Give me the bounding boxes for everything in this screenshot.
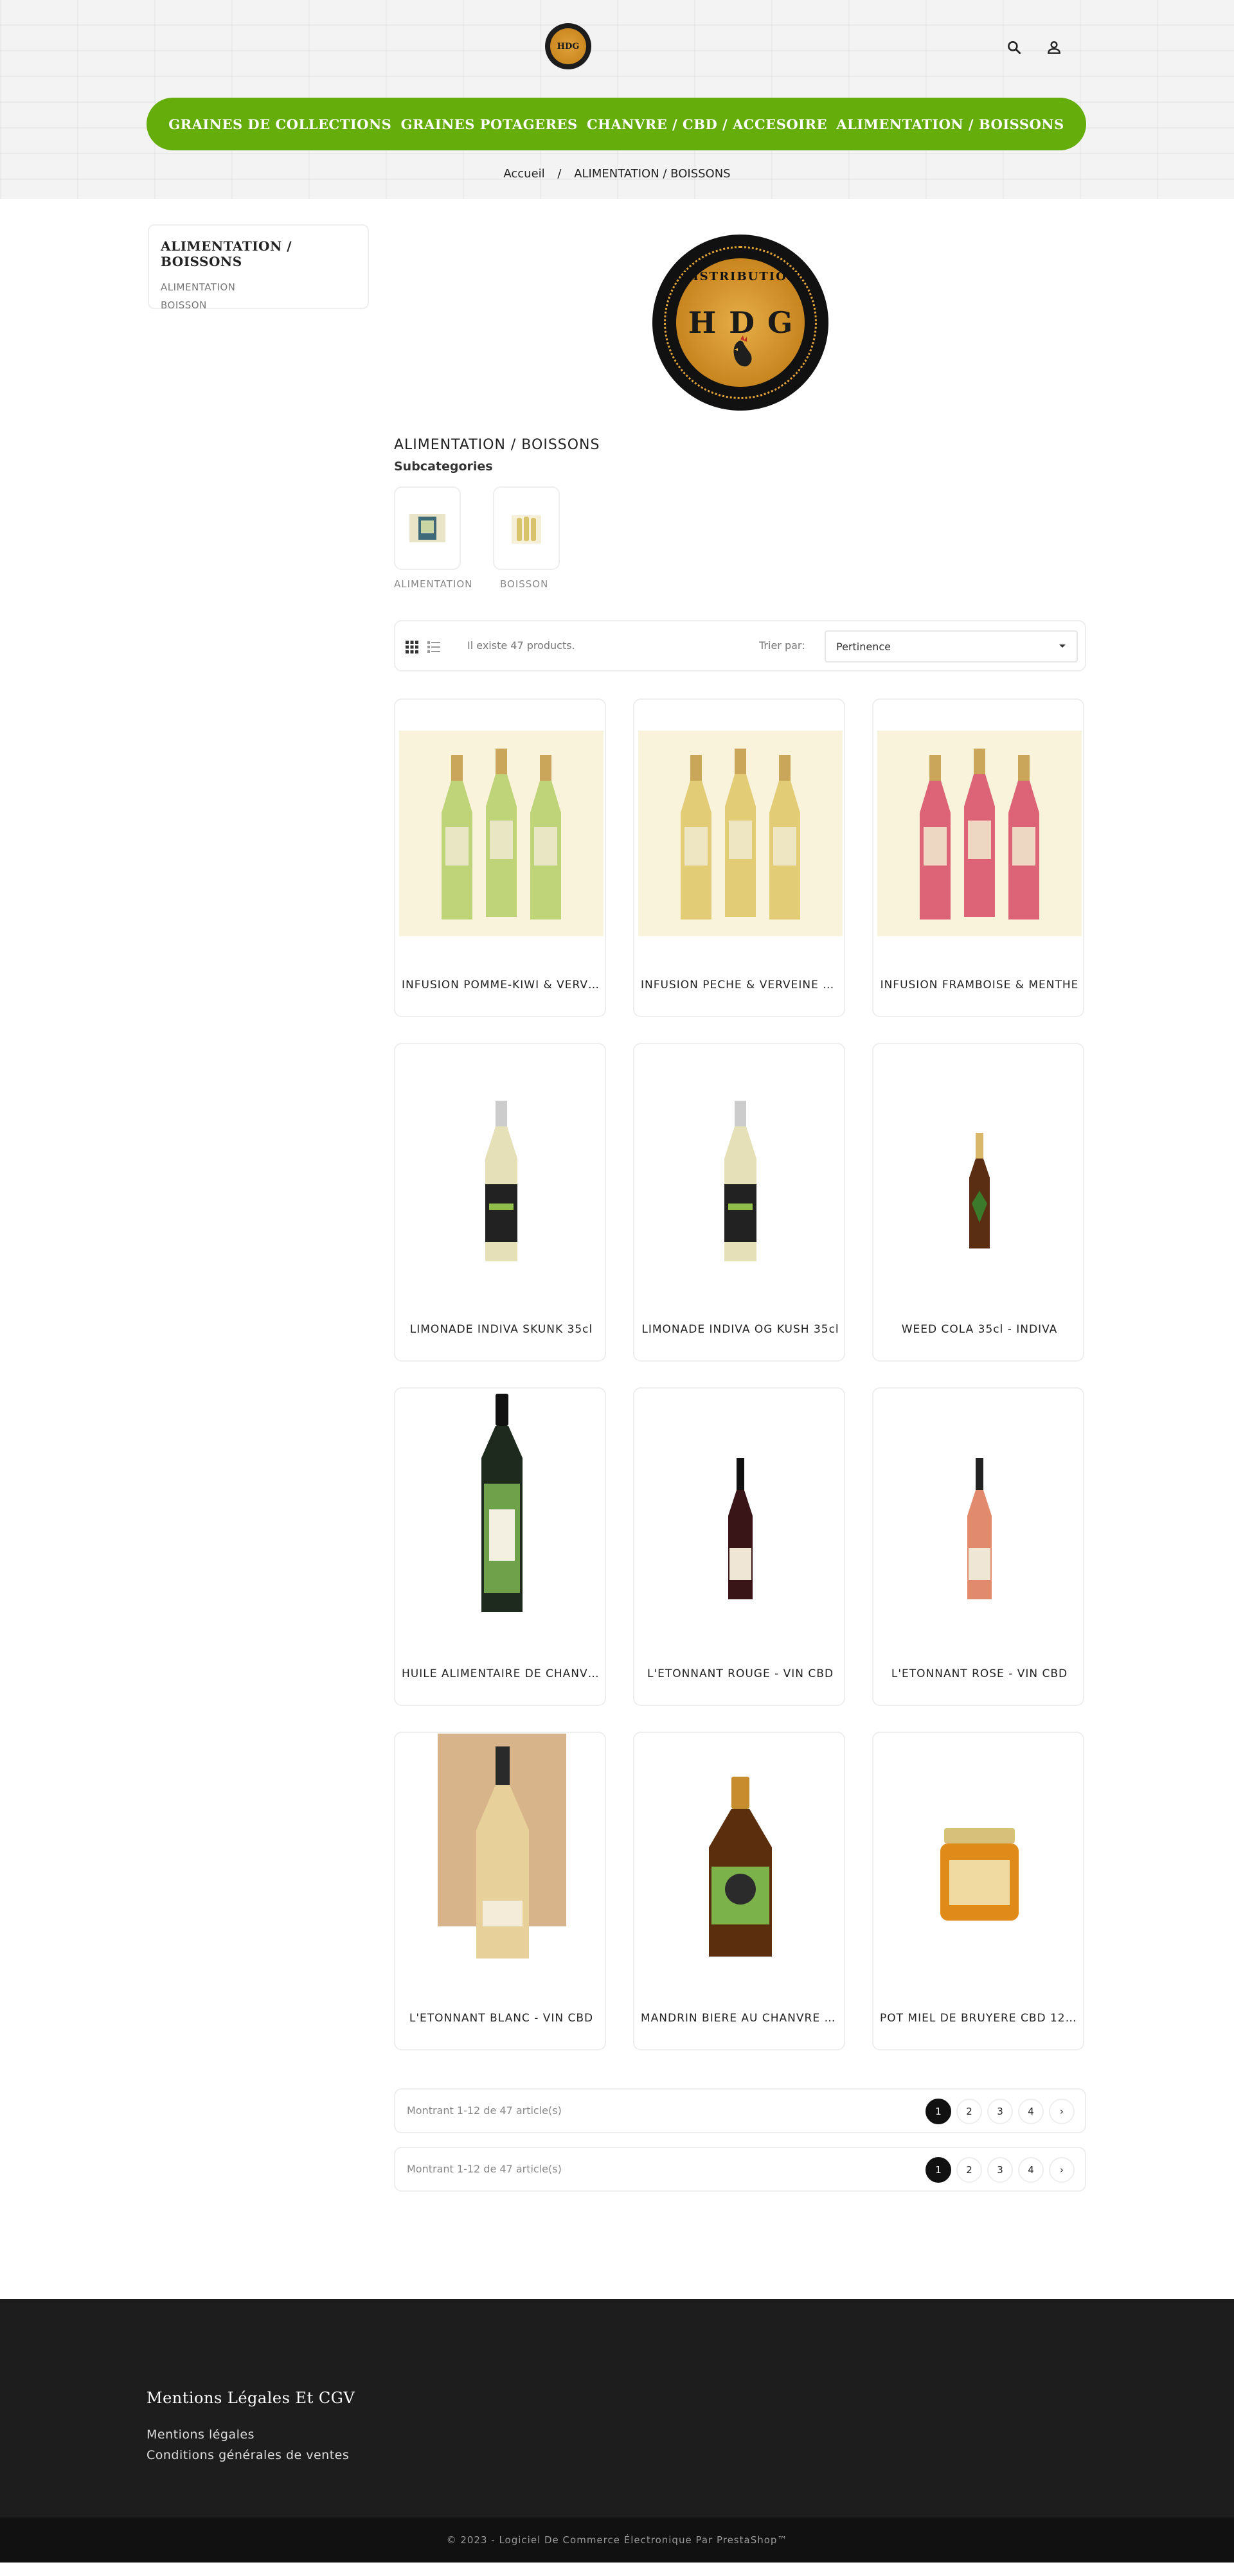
category-logo: DISTRIBUTION HDG <box>652 235 828 411</box>
product-name[interactable]: INFUSION POMME-KIWI & VERVEINE <box>402 979 601 991</box>
logo-letters: HDG <box>550 28 586 64</box>
product-card[interactable]: LIMONADE INDIVA OG KUSH 35cl <box>633 1043 845 1362</box>
product-image[interactable] <box>638 1764 843 1969</box>
product-card[interactable]: L'ETONNANT BLANC - VIN CBD <box>394 1732 606 2050</box>
breadcrumb: Accueil / ALIMENTATION / BOISSONS <box>0 167 1234 181</box>
sort-dropdown[interactable]: Pertinence <box>825 630 1078 662</box>
alimentation-thumbnail-icon <box>409 514 445 542</box>
product-card[interactable]: MANDRIN BIERE AU CHANVRE 33cl <box>633 1732 845 2050</box>
footer-title: Mentions Légales Et CGV <box>147 2389 355 2407</box>
nav-item-alimentation-boissons[interactable]: ALIMENTATION / BOISSONS <box>836 116 1064 132</box>
product-image[interactable] <box>877 1419 1082 1625</box>
product-name[interactable]: LIMONADE INDIVA OG KUSH 35cl <box>641 1323 840 1336</box>
products-toolbar: Il existe 47 products. Trier par: Pertin… <box>394 620 1086 671</box>
product-card[interactable]: POT MIEL DE BRUYERE CBD 125g <box>872 1732 1084 2050</box>
footer-link-mentions[interactable]: Mentions légales <box>147 2428 255 2442</box>
product-image[interactable] <box>399 1394 604 1625</box>
product-image[interactable] <box>877 731 1082 936</box>
site-header: HDG GRAINES DE COLLECTIONS GRAINES POTAG… <box>0 0 1234 199</box>
page-link-4[interactable]: 4 <box>1018 2099 1044 2124</box>
logo-core: DISTRIBUTION HDG <box>676 258 805 387</box>
product-name[interactable]: LIMONADE INDIVA SKUNK 35cl <box>402 1323 601 1336</box>
product-name[interactable]: L'ETONNANT BLANC - VIN CBD <box>402 2012 601 2025</box>
subcategory-alimentation-label[interactable]: ALIMENTATION <box>394 578 472 590</box>
subcategories-heading: Subcategories <box>394 459 493 474</box>
page-bottom <box>0 2563 1234 2576</box>
page-link-1[interactable]: 1 <box>926 2099 951 2124</box>
product-image[interactable] <box>638 1075 843 1281</box>
product-card[interactable]: HUILE ALIMENTAIRE DE CHANVRE <box>394 1387 606 1706</box>
product-card[interactable]: L'ETONNANT ROSE - VIN CBD <box>872 1387 1084 1706</box>
logo-ring: DISTRIBUTION HDG <box>664 246 817 399</box>
search-icon[interactable] <box>1004 37 1024 58</box>
product-card[interactable]: INFUSION PECHE & VERVEINE BIO <box>633 698 845 1017</box>
product-image[interactable] <box>638 1419 843 1625</box>
breadcrumb-home-link[interactable]: Accueil <box>503 167 544 181</box>
pagination-summary: Montrant 1-12 de 47 article(s) <box>407 2104 562 2117</box>
next-page-icon[interactable]: › <box>1049 2157 1075 2183</box>
page-link-4[interactable]: 4 <box>1018 2157 1044 2183</box>
pagination-summary: Montrant 1-12 de 47 article(s) <box>407 2163 562 2175</box>
breadcrumb-separator: / <box>557 167 562 181</box>
page-link-3[interactable]: 3 <box>987 2157 1013 2183</box>
product-card[interactable]: L'ETONNANT ROUGE - VIN CBD <box>633 1387 845 1706</box>
nav-item-graines-collections[interactable]: GRAINES DE COLLECTIONS <box>168 116 391 132</box>
rooster-icon <box>733 335 752 367</box>
store-logo[interactable]: HDG <box>545 23 591 69</box>
logo-distribution-text: DISTRIBUTION <box>681 270 800 283</box>
page-link-2[interactable]: 2 <box>956 2099 982 2124</box>
boisson-thumbnail-icon <box>512 515 541 544</box>
product-image[interactable] <box>877 1075 1082 1281</box>
site-footer: Mentions Légales Et CGV Mentions légales… <box>0 2299 1234 2518</box>
product-name[interactable]: POT MIEL DE BRUYERE CBD 125g <box>880 2012 1079 2025</box>
subcategory-boisson-thumb[interactable] <box>493 486 560 570</box>
sort-value: Pertinence <box>836 640 891 653</box>
nav-item-chanvre-cbd[interactable]: CHANVRE / CBD / ACCESOIRE <box>587 116 827 132</box>
sidebar-item-alimentation[interactable]: ALIMENTATION <box>161 278 356 296</box>
chevron-down-icon <box>1059 644 1066 648</box>
product-name[interactable]: INFUSION FRAMBOISE & MENTHE <box>880 979 1079 991</box>
subcategory-alimentation-thumb[interactable] <box>394 486 461 570</box>
page-links: 1 2 3 4 › <box>926 2099 1075 2124</box>
product-image[interactable] <box>877 1764 1082 1969</box>
product-card[interactable]: INFUSION POMME-KIWI & VERVEINE <box>394 698 606 1017</box>
product-count: Il existe 47 products. <box>467 639 575 652</box>
page-links: 1 2 3 4 › <box>926 2157 1075 2183</box>
nav-item-graines-potageres[interactable]: GRAINES POTAGERES <box>401 116 578 132</box>
product-name[interactable]: HUILE ALIMENTAIRE DE CHANVRE <box>402 1667 601 1680</box>
breadcrumb-current: ALIMENTATION / BOISSONS <box>574 167 731 181</box>
product-name[interactable]: WEED COLA 35cl - INDIVA <box>880 1323 1079 1336</box>
footer-link-cgv[interactable]: Conditions générales de ventes <box>147 2448 349 2462</box>
subcategory-boisson-label[interactable]: BOISSON <box>500 578 548 590</box>
page-link-3[interactable]: 3 <box>987 2099 1013 2124</box>
product-image[interactable] <box>638 731 843 936</box>
pagination-bottom: Montrant 1-12 de 47 article(s) 1 2 3 4 › <box>394 2147 1086 2192</box>
sidebar-item-boisson[interactable]: BOISSON <box>161 296 356 314</box>
product-image[interactable] <box>399 1733 604 1971</box>
grid-view-icon[interactable] <box>404 639 420 655</box>
product-name[interactable]: L'ETONNANT ROSE - VIN CBD <box>880 1667 1079 1680</box>
category-title: ALIMENTATION / BOISSONS <box>394 437 600 453</box>
main-navigation: GRAINES DE COLLECTIONS GRAINES POTAGERES… <box>147 98 1086 150</box>
next-page-icon[interactable]: › <box>1049 2099 1075 2124</box>
sidebar-title[interactable]: ALIMENTATION / BOISSONS <box>161 238 356 269</box>
product-name[interactable]: INFUSION PECHE & VERVEINE BIO <box>641 979 840 991</box>
product-name[interactable]: MANDRIN BIERE AU CHANVRE 33cl <box>641 2012 840 2025</box>
category-sidebar: ALIMENTATION / BOISSONS ALIMENTATION BOI… <box>148 224 369 311</box>
product-image[interactable] <box>399 731 604 936</box>
product-card[interactable]: LIMONADE INDIVA SKUNK 35cl <box>394 1043 606 1362</box>
user-icon[interactable] <box>1044 37 1064 58</box>
copyright-bar: © 2023 - Logiciel De Commerce Électroniq… <box>0 2518 1234 2563</box>
product-image[interactable] <box>399 1075 604 1281</box>
pagination-top: Montrant 1-12 de 47 article(s) 1 2 3 4 › <box>394 2088 1086 2133</box>
sort-label: Trier par: <box>759 639 805 652</box>
product-card[interactable]: INFUSION FRAMBOISE & MENTHE <box>872 698 1084 1017</box>
product-card[interactable]: WEED COLA 35cl - INDIVA <box>872 1043 1084 1362</box>
page-link-1[interactable]: 1 <box>926 2157 951 2183</box>
list-view-icon[interactable] <box>426 639 442 655</box>
page-link-2[interactable]: 2 <box>956 2157 982 2183</box>
copyright-text[interactable]: © 2023 - Logiciel De Commerce Électroniq… <box>447 2534 788 2546</box>
product-name[interactable]: L'ETONNANT ROUGE - VIN CBD <box>641 1667 840 1680</box>
